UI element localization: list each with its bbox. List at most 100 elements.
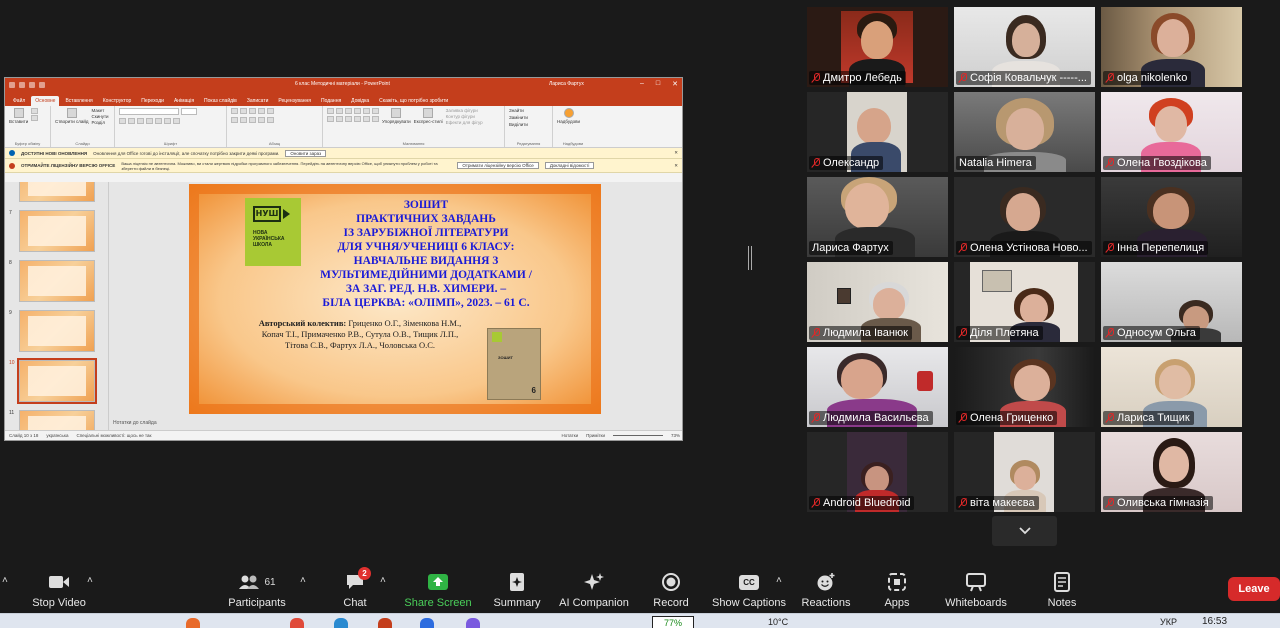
participants-button[interactable]: 61 Participants bbox=[226, 565, 288, 613]
addins-button[interactable]: Надбудови bbox=[557, 108, 580, 145]
menu-slideshow[interactable]: Показ слайдів bbox=[200, 96, 241, 106]
layout-button[interactable]: Макет bbox=[92, 108, 109, 113]
save-icon[interactable] bbox=[9, 82, 15, 88]
menu-animation[interactable]: Анімація bbox=[170, 96, 198, 106]
summary-button[interactable]: Summary bbox=[490, 565, 544, 613]
select-button[interactable]: Виділити bbox=[509, 122, 528, 127]
zoom-level[interactable]: 73% bbox=[671, 433, 680, 438]
clock[interactable]: 16:53 bbox=[1202, 616, 1227, 627]
chat-button[interactable]: 2 Chat bbox=[328, 565, 382, 613]
participant-tile[interactable]: Олена Устінова Ново... bbox=[954, 177, 1095, 257]
participant-tile[interactable]: Лариса Фартух bbox=[807, 177, 948, 257]
app-icon[interactable] bbox=[186, 618, 200, 628]
replace-button[interactable]: Замінити bbox=[509, 115, 528, 120]
apps-button[interactable]: Apps bbox=[876, 565, 918, 613]
participant-tile[interactable]: olga nikolenko bbox=[1101, 7, 1242, 87]
slide-notes[interactable]: Нотатки до слайда bbox=[113, 420, 157, 426]
chevron-up-icon[interactable]: ˄ bbox=[776, 575, 782, 586]
menu-tell-me[interactable]: Скажіть, що потрібно зробити bbox=[375, 96, 452, 106]
new-slide-button[interactable]: Створити слайд bbox=[55, 108, 89, 145]
chrome-icon[interactable] bbox=[290, 618, 304, 628]
slide-thumbnail[interactable] bbox=[19, 260, 95, 302]
menu-insert[interactable]: Вставлення bbox=[61, 96, 96, 106]
chevron-up-icon[interactable]: ˄ bbox=[87, 575, 93, 586]
menu-file[interactable]: Файл bbox=[9, 96, 29, 106]
participant-tile[interactable]: Людмила Васильєва bbox=[807, 347, 948, 427]
participant-tile[interactable]: Олена Гвоздікова bbox=[1101, 92, 1242, 172]
record-button[interactable]: Record bbox=[648, 565, 694, 613]
notes-button[interactable]: Notes bbox=[1040, 565, 1084, 613]
menu-record[interactable]: Записати bbox=[243, 96, 273, 106]
reactions-button[interactable]: Reactions bbox=[800, 565, 852, 613]
participant-tile[interactable]: Людмила Іванюк bbox=[807, 262, 948, 342]
participant-tile[interactable]: Олександр bbox=[807, 92, 948, 172]
slide-thumbnail-selected[interactable] bbox=[17, 358, 97, 404]
details-button[interactable]: Докладні відомості bbox=[544, 162, 595, 169]
share-screen-button[interactable]: Share Screen bbox=[404, 565, 472, 613]
show-captions-button[interactable]: CC Show Captions bbox=[712, 565, 786, 613]
slide-thumbnail[interactable] bbox=[19, 310, 95, 352]
update-now-button[interactable]: Оновити зараз bbox=[285, 149, 327, 157]
edge-icon[interactable] bbox=[334, 618, 348, 628]
get-license-button[interactable]: Отримати ліцензійну версію Office bbox=[457, 162, 539, 169]
chevron-down-icon bbox=[1018, 527, 1031, 535]
whiteboards-button[interactable]: Whiteboards bbox=[940, 565, 1012, 613]
ai-companion-button[interactable]: AI Companion bbox=[558, 565, 630, 613]
zoom-icon[interactable] bbox=[420, 618, 434, 628]
participant-tile[interactable]: Дмитро Лебедь bbox=[807, 7, 948, 87]
participant-tile[interactable]: Android Bluedroid bbox=[807, 432, 948, 512]
slide-thumbnail[interactable] bbox=[19, 182, 95, 202]
paste-button[interactable]: Вставити bbox=[9, 108, 28, 145]
menu-home[interactable]: Основне bbox=[31, 96, 60, 106]
update-infobar: ДОСТУПНІ НОВІ ОНОВЛЕННЯ Оновлення для Of… bbox=[5, 148, 682, 159]
redo-icon[interactable] bbox=[29, 82, 35, 88]
section-button[interactable]: Розділ bbox=[92, 120, 109, 125]
participant-tile[interactable]: Односум Ольга bbox=[1101, 262, 1242, 342]
participant-tile[interactable]: Діля Плетяна bbox=[954, 262, 1095, 342]
undo-icon[interactable] bbox=[19, 82, 25, 88]
zoom-slider[interactable] bbox=[612, 435, 663, 436]
arrange-button[interactable]: Упорядкувати bbox=[382, 108, 411, 145]
quick-styles-button[interactable]: Експрес-стилі bbox=[414, 108, 443, 145]
zoom-meeting-window: { "ppt": { "doc_title": "6 клас Методичн… bbox=[0, 0, 1280, 628]
menu-transitions[interactable]: Переходи bbox=[137, 96, 168, 106]
slide-thumbnail[interactable] bbox=[19, 210, 95, 252]
find-button[interactable]: Знайти bbox=[509, 108, 528, 113]
notes-toggle[interactable]: Нотатки bbox=[561, 433, 578, 438]
chevron-up-icon[interactable]: ˄ bbox=[300, 575, 306, 586]
participant-tile-speaking[interactable]: Natalia Himera bbox=[954, 92, 1095, 172]
menu-help[interactable]: Довідка bbox=[347, 96, 373, 106]
participant-tile[interactable]: Софія Ковальчук -----... bbox=[954, 7, 1095, 87]
chevron-up-icon[interactable]: ˄ bbox=[2, 575, 8, 586]
minimize-icon[interactable]: – bbox=[640, 80, 644, 88]
ppt-statusbar: Слайд 10 з 18 українська Спеціальні можл… bbox=[5, 430, 682, 440]
close-icon[interactable]: ✕ bbox=[674, 150, 678, 156]
ppt-user-name[interactable]: Лариса Фартух bbox=[549, 81, 584, 87]
participant-tile[interactable]: Оливська гімназія bbox=[1101, 432, 1242, 512]
close-icon[interactable]: ✕ bbox=[674, 163, 678, 169]
participant-tile[interactable]: Лариса Тищик bbox=[1101, 347, 1242, 427]
powerpoint-icon[interactable] bbox=[378, 618, 392, 628]
menu-design[interactable]: Конструктор bbox=[99, 96, 136, 106]
nush-logo: НУШ НОВА УКРАЇНСЬКА ШКОЛА bbox=[245, 198, 301, 266]
current-slide[interactable]: НУШ НОВА УКРАЇНСЬКА ШКОЛА ЗОШИТ ПРАКТИЧН… bbox=[189, 184, 601, 414]
maximize-icon[interactable]: □ bbox=[656, 80, 660, 88]
chevron-up-icon[interactable]: ˄ bbox=[380, 575, 386, 586]
slide-thumbnail[interactable] bbox=[19, 410, 95, 430]
stop-video-button[interactable]: Stop Video bbox=[28, 565, 90, 613]
menu-view[interactable]: Подання bbox=[317, 96, 345, 106]
close-icon[interactable]: ✕ bbox=[672, 80, 678, 88]
slideshow-icon[interactable] bbox=[39, 82, 45, 88]
next-page-button[interactable] bbox=[992, 516, 1057, 546]
participant-tile[interactable]: Інна Перепелиця bbox=[1101, 177, 1242, 257]
participant-tile[interactable]: Олена Гриценко bbox=[954, 347, 1095, 427]
license-infobar: ОТРИМАЙТЕ ЛІЦЕНЗІЙНУ ВЕРСІЮ OFFICE Ваша … bbox=[5, 159, 682, 173]
participant-tile[interactable]: віта макеєва bbox=[954, 432, 1095, 512]
app-icon[interactable] bbox=[466, 618, 480, 628]
reset-button[interactable]: Скинути bbox=[92, 114, 109, 119]
battery-indicator[interactable]: 77% bbox=[652, 616, 694, 628]
leave-button[interactable]: Leave bbox=[1228, 577, 1280, 601]
comments-toggle[interactable]: Примітки bbox=[586, 433, 605, 438]
split-view-handle[interactable] bbox=[748, 246, 752, 270]
menu-review[interactable]: Рецензування bbox=[274, 96, 315, 106]
